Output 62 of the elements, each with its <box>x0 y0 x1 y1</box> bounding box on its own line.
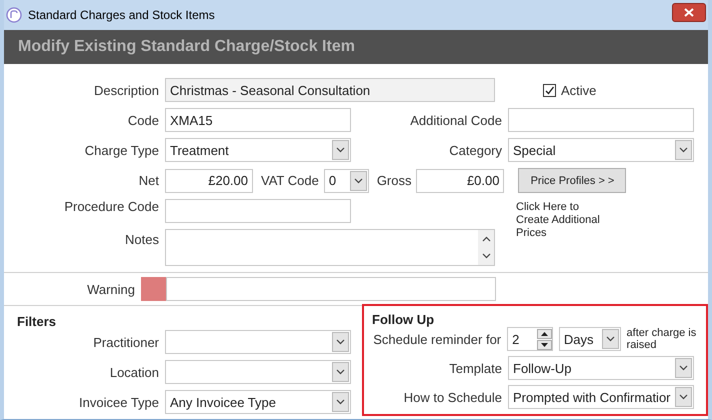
price-profiles-hint: Click Here to Create Additional Prices <box>516 201 601 240</box>
description-field[interactable]: Christmas - Seasonal Consultation <box>165 78 495 102</box>
field-label: Category <box>448 142 502 158</box>
chevron-down-icon <box>679 365 688 371</box>
scrollbar[interactable] <box>478 230 494 265</box>
active-checkbox[interactable]: Active <box>543 82 596 98</box>
chevron-down-icon <box>336 399 345 405</box>
notes-field[interactable] <box>165 229 495 266</box>
field-label: Net <box>138 173 159 188</box>
chevron-down-icon <box>336 369 345 375</box>
field-label: Additional Code <box>409 112 502 128</box>
procedure-code-field[interactable] <box>165 199 351 223</box>
chevron-down-icon <box>336 147 345 153</box>
arrow-down-icon <box>536 340 552 350</box>
chevron-down-icon <box>354 178 363 184</box>
code-field[interactable]: XMA15 <box>165 108 351 132</box>
filter-dropdown[interactable]: Any Invoicee Type <box>165 390 351 414</box>
net-field[interactable]: £20.00 <box>165 168 253 192</box>
field-label: Code <box>126 112 159 128</box>
checkmark-icon <box>544 84 555 96</box>
warning-field[interactable] <box>166 277 496 301</box>
section-heading: Follow Up <box>372 312 436 327</box>
page-heading: Modify Existing Standard Charge/Stock Item <box>18 38 355 56</box>
field-label: Template <box>448 360 502 376</box>
field-label: How to Schedule <box>402 390 502 404</box>
field-label: Practitioner <box>92 334 159 350</box>
field-label: Gross <box>376 173 412 188</box>
arrow-up-icon <box>536 328 552 338</box>
chevron-up-icon <box>482 236 490 242</box>
close-icon <box>684 8 694 16</box>
follow-up-dropdown[interactable]: Follow-Up <box>508 356 694 380</box>
gross-field[interactable]: £0.00 <box>416 168 504 192</box>
reminder-amount-spinner[interactable]: 2 <box>507 327 553 351</box>
field-label: Notes <box>124 232 159 247</box>
window-title: Standard Charges and Stock Items <box>28 8 216 22</box>
chevron-down-icon <box>482 253 490 260</box>
chevron-down-icon <box>679 394 688 400</box>
follow-up-dropdown[interactable]: Prompted with Confirmatior <box>508 385 694 409</box>
reminder-note: after charge is raised <box>626 327 698 351</box>
field-label: Invoicee Type <box>78 394 159 410</box>
field-label: Location <box>108 364 159 380</box>
chevron-down-icon <box>679 147 688 153</box>
field-label: Description <box>92 82 159 98</box>
field-label: Charge Type <box>84 142 159 158</box>
unit-dropdown[interactable]: Days <box>558 327 621 351</box>
field-label: Warning <box>86 282 135 296</box>
close-button[interactable] <box>672 2 706 22</box>
filter-dropdown[interactable] <box>165 360 351 384</box>
filter-dropdown[interactable] <box>165 330 351 354</box>
section-heading: Filters <box>16 314 58 329</box>
field-label: Schedule reminder for <box>372 332 502 346</box>
charge-type-dropdown[interactable]: Treatment <box>165 138 351 162</box>
app-logo-icon <box>6 7 22 23</box>
warning-color-swatch[interactable] <box>141 277 166 301</box>
chevron-down-icon <box>336 339 345 345</box>
additional-code-field[interactable] <box>508 108 694 132</box>
category-dropdown[interactable]: Special <box>508 138 694 162</box>
field-label: VAT Code <box>261 173 319 188</box>
chevron-down-icon <box>606 336 615 342</box>
price-profiles-button[interactable]: Price Profiles > > <box>518 168 626 193</box>
vat-code-dropdown[interactable]: 0 <box>324 168 369 192</box>
field-label: Procedure Code <box>63 199 159 214</box>
